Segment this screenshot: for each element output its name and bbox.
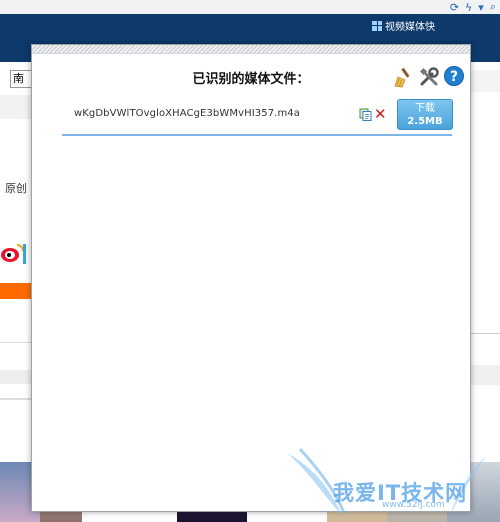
refresh-icon[interactable]: ⟳	[450, 1, 459, 14]
left-gray-band	[0, 95, 32, 119]
apps-grid-icon	[372, 20, 382, 31]
divider	[0, 370, 32, 384]
divider	[470, 333, 500, 334]
media-extension-button[interactable]: 视频媒体快	[372, 18, 435, 33]
search-icon[interactable]: ⌕	[490, 0, 496, 14]
tools-icon[interactable]	[418, 66, 440, 88]
divider	[0, 342, 32, 343]
orange-banner-strip	[0, 283, 32, 299]
right-input-box[interactable]	[470, 70, 500, 92]
media-file-row: wKgDbVWlTOvgloXHACgE3bWMvHI357.m4a ✕ 下载 …	[62, 98, 453, 136]
download-button[interactable]: 下载 2.5MB	[397, 99, 453, 130]
page-right-strip	[470, 62, 500, 522]
file-size: 2.5MB	[407, 116, 443, 127]
original-label[interactable]: 原创	[5, 180, 27, 196]
dropdown-icon[interactable]: ▾	[478, 1, 484, 14]
extension-label: 视频媒体快	[385, 22, 435, 33]
help-icon[interactable]: ?	[444, 66, 464, 86]
toolbar-icon-group: ⟳ ϟ ▾ ⌕	[450, 0, 496, 14]
browser-toolbar	[0, 0, 500, 14]
delete-icon[interactable]: ✕	[374, 105, 387, 123]
divider	[0, 398, 32, 400]
watermark-url: www.52ij.com	[382, 500, 445, 510]
media-file-name: wKgDbVWlTOvgloXHACgE3bWMvHI357.m4a	[74, 108, 300, 119]
popup-drag-handle[interactable]	[32, 45, 470, 54]
copy-icon[interactable]	[359, 108, 372, 121]
media-files-popup: 已识别的媒体文件： ? wKgDbVWlTOvgloXHACgE3bWMvHI3…	[31, 44, 471, 512]
lightning-icon[interactable]: ϟ	[465, 1, 472, 14]
weibo-icon[interactable]	[0, 240, 26, 264]
broom-icon[interactable]	[392, 66, 414, 88]
divider	[470, 365, 500, 385]
download-label: 下载	[415, 103, 435, 114]
